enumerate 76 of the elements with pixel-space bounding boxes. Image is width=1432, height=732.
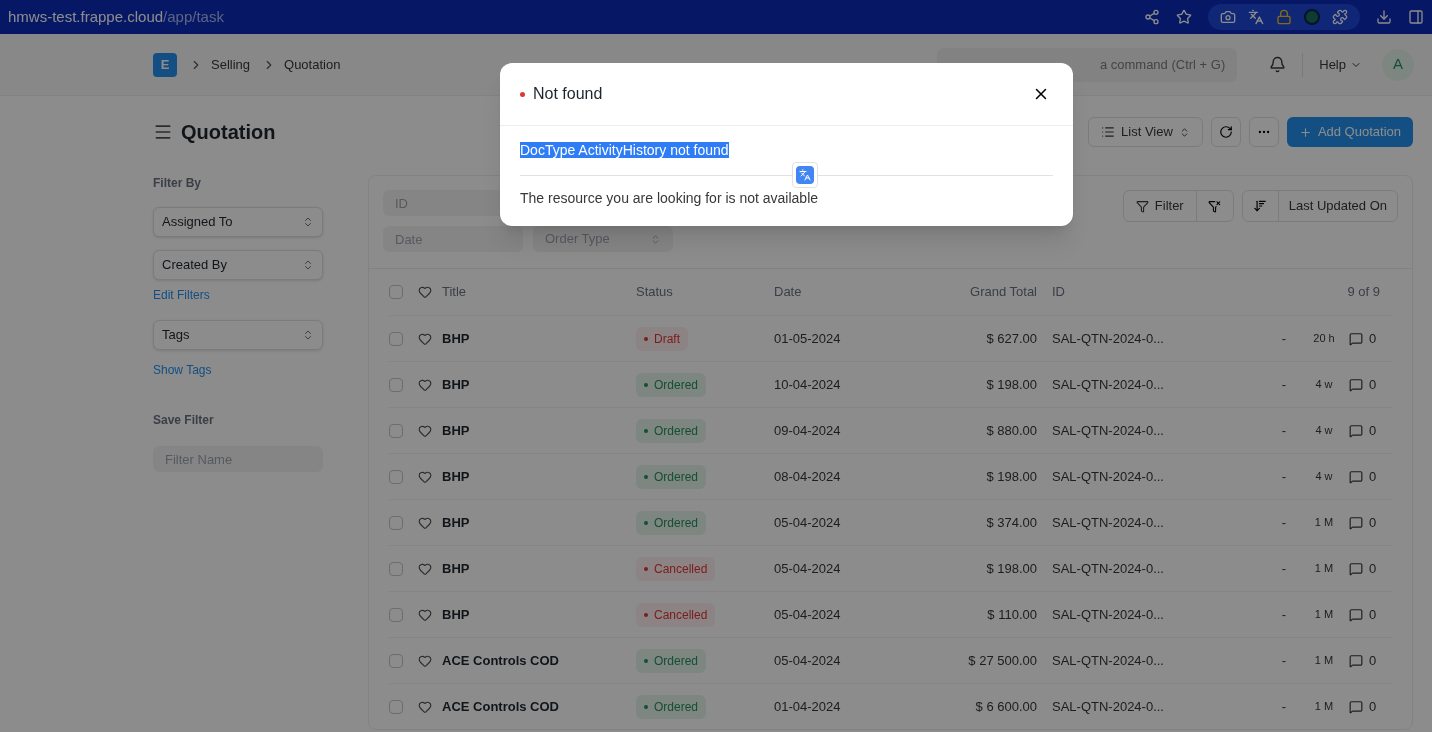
modified-time: 1 M [1313, 561, 1335, 577]
comment-count: 0 [1369, 697, 1377, 716]
comment-count: 0 [1369, 651, 1377, 670]
column-header: Date [774, 283, 803, 302]
modified-time: 4 w [1314, 469, 1334, 485]
total-cell-text: $ 198.00 [985, 467, 1037, 486]
column-header: ID [1052, 283, 1065, 302]
status-tag: Ordered [636, 648, 707, 673]
modified-time: 1 M [1313, 699, 1335, 715]
column-header: Title [442, 283, 468, 302]
modified-time: 4 w [1314, 423, 1334, 439]
date-cell-text: 05-04-2024 [774, 605, 842, 624]
comment-count: 0 [1369, 375, 1377, 394]
status-tag: Draft [636, 326, 688, 351]
date-cell-text: 01-05-2024 [774, 329, 842, 348]
id-cell-text: SAL-QTN-2024-0... [1052, 421, 1165, 440]
comment-count: 0 [1369, 329, 1377, 348]
modified-time: 1 M [1313, 607, 1335, 623]
comment-count: 0 [1369, 559, 1377, 578]
error-message: DocType ActivityHistory not found [520, 142, 729, 158]
status-tag: Ordered [636, 418, 707, 443]
date-cell-text: 01-04-2024 [774, 697, 842, 716]
total-cell-text: $ 627.00 [985, 329, 1037, 348]
dialog-title: Not found [533, 84, 603, 104]
dash-cell-text: - [1280, 605, 1288, 624]
status-tag: Ordered [636, 464, 707, 489]
status-tag: Cancelled [636, 602, 716, 627]
dash-cell-text: - [1280, 513, 1288, 532]
dash-cell-text: - [1280, 651, 1288, 670]
status-tag: Ordered [636, 510, 707, 535]
status-tag: Ordered [636, 372, 707, 397]
comment-count: 0 [1369, 467, 1377, 486]
id-cell-text: SAL-QTN-2024-0... [1052, 559, 1165, 578]
dash-cell-text: - [1280, 697, 1288, 716]
dash-cell-text: - [1280, 421, 1288, 440]
modified-time: 1 M [1313, 653, 1335, 669]
id-cell-text: SAL-QTN-2024-0... [1052, 605, 1165, 624]
total-cell-text: $ 6 600.00 [974, 697, 1037, 716]
dash-cell-text: - [1280, 467, 1288, 486]
date-cell-text: 05-04-2024 [774, 651, 842, 670]
date-cell-text: 08-04-2024 [774, 467, 842, 486]
id-cell-text: SAL-QTN-2024-0... [1052, 329, 1165, 348]
status-tag: Cancelled [636, 556, 716, 581]
date-cell-text: 10-04-2024 [774, 375, 842, 394]
modified-time: 4 w [1314, 377, 1334, 393]
id-cell-text: SAL-QTN-2024-0... [1052, 467, 1165, 486]
save-filter-heading: Save Filter [153, 412, 215, 429]
id-cell-text: SAL-QTN-2024-0... [1052, 513, 1165, 532]
modified-time: 1 M [1313, 515, 1335, 531]
total-cell-text: $ 198.00 [985, 559, 1037, 578]
comment-count: 0 [1369, 605, 1377, 624]
comment-count: 0 [1369, 421, 1377, 440]
column-header: Grand Total [969, 283, 1037, 302]
date-cell-text: 09-04-2024 [774, 421, 842, 440]
filter-heading: Filter By [153, 175, 202, 192]
total-cell-text: $ 880.00 [985, 421, 1037, 440]
total-cell-text: $ 27 500.00 [967, 651, 1037, 670]
search-placeholder: a command (Ctrl + G) [1099, 55, 1226, 74]
dash-cell-text: - [1280, 329, 1288, 348]
dialog-message: The resource you are looking for is not available [520, 189, 820, 208]
date-cell-text: 05-04-2024 [774, 513, 842, 532]
record-count: 9 of 9 [1347, 283, 1380, 302]
comment-count: 0 [1369, 513, 1377, 532]
column-header: Status [636, 283, 674, 302]
id-cell-text: SAL-QTN-2024-0... [1052, 697, 1165, 716]
total-cell-text: $ 198.00 [985, 375, 1037, 394]
dash-cell-text: - [1280, 375, 1288, 394]
modified-time: 20 h [1312, 331, 1336, 347]
id-cell-text: SAL-QTN-2024-0... [1052, 375, 1165, 394]
id-cell-text: SAL-QTN-2024-0... [1052, 651, 1165, 670]
status-tag: Ordered [636, 694, 707, 719]
date-cell-text: 05-04-2024 [774, 559, 842, 578]
total-cell-text: $ 110.00 [986, 605, 1037, 624]
total-cell-text: $ 374.00 [985, 513, 1037, 532]
page-title: Quotation [181, 120, 276, 145]
dash-cell-text: - [1280, 559, 1288, 578]
